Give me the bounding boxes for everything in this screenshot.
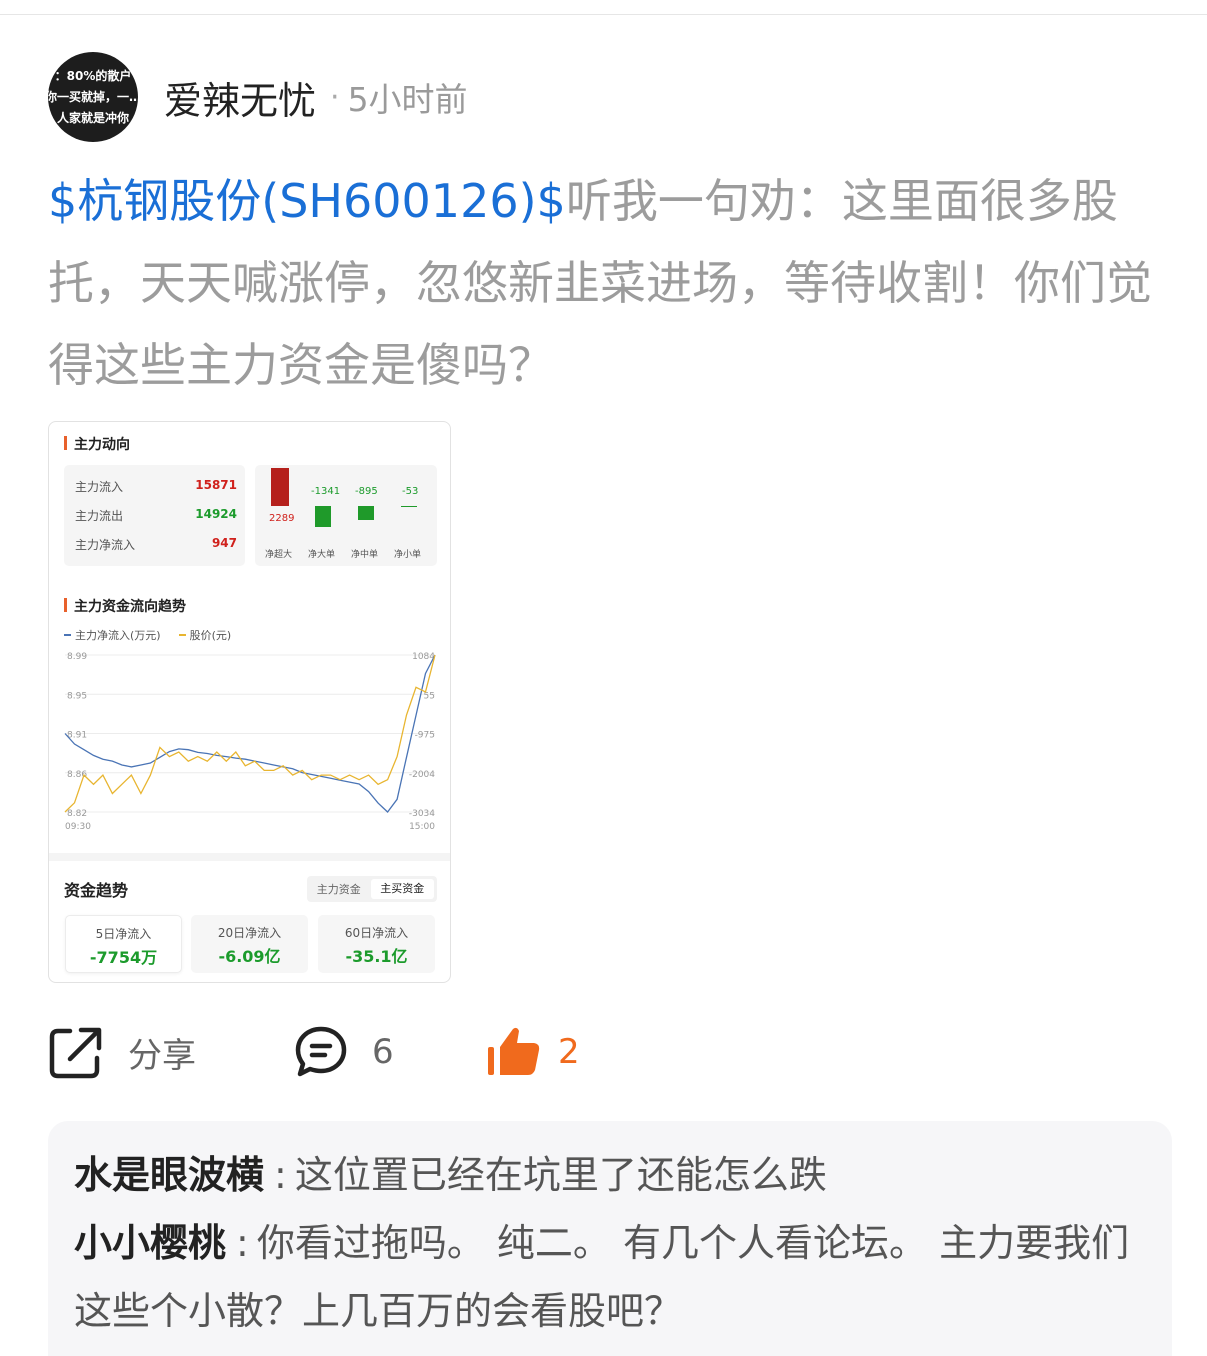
share-button[interactable]: 分享 [48, 1024, 196, 1080]
tile-20day[interactable]: 20日净流入 -6.09亿 [191, 915, 308, 973]
thumbs-up-icon [488, 1027, 540, 1075]
post-time: 5小时前 [347, 80, 468, 119]
top-divider [0, 14, 1207, 15]
post-body: $杭钢股份(SH600126)$听我一句劝：这里面很多股托，天天喊涨停，忽悠新韭… [48, 160, 1158, 406]
toggle-main-buy[interactable]: 主买资金 [370, 879, 434, 899]
x-tick-end: 15:00 [409, 822, 435, 832]
flow-label: 主力流出 [75, 509, 124, 523]
comment-user[interactable]: 小小樱桃 [74, 1221, 226, 1265]
like-count: 2 [558, 1032, 580, 1072]
stock-tag-link[interactable]: $杭钢股份(SH600126)$ [48, 174, 566, 228]
bar-label: 净大单 [308, 550, 336, 560]
bar-value: -1341 [311, 486, 341, 497]
y-left-tick: 8.99 [67, 652, 87, 662]
tile-60day[interactable]: 60日净流入 -35.1亿 [318, 915, 435, 973]
fund-trend-title: 资金趋势 [64, 881, 129, 900]
bar-label: 净小单 [394, 550, 422, 560]
comment-separator: : [236, 1221, 249, 1265]
avatar-text-line: ：80%的散户 [54, 68, 132, 83]
bar-label: 净中单 [351, 550, 379, 560]
legend-swatch-blue [64, 634, 71, 636]
x-tick-start: 09:30 [65, 822, 91, 832]
y-left-tick: 8.82 [67, 809, 87, 819]
flow-value: 947 [211, 536, 237, 550]
tile-label: 5日净流入 [95, 927, 152, 941]
comment-button[interactable]: 6 [294, 1024, 394, 1080]
section-title-main-flow: 主力动向 [64, 434, 130, 454]
legend-swatch-yellow [178, 634, 186, 636]
comment-text: 你看过拖吗。 纯二。 有几个人看论坛。 主力要我们这些个小散？上几百万的会看股吧… [74, 1221, 1130, 1333]
meta-separator: · [330, 79, 340, 115]
bar-net-super-large [271, 468, 289, 506]
chart-legend: 主力净流入(万元) 股价(元) [64, 627, 231, 643]
bar-value: 2289 [269, 513, 295, 524]
comment-item: 水是眼波横: 这位置已经在坑里了还能怎么跌 [74, 1141, 1146, 1209]
comment-separator: : [274, 1153, 287, 1197]
action-bar: 分享 6 2 [48, 1024, 648, 1080]
tile-label: 20日净流入 [217, 926, 282, 940]
avatar[interactable]: ：80%的散户 你一买就掉，一… 人家就是冲你 [48, 52, 138, 142]
flow-row: 主力流出 14924 [75, 507, 237, 524]
legend-label: 主力净流入(万元) [75, 629, 161, 642]
flow-label: 主力流入 [75, 480, 124, 494]
author-name[interactable]: 爱辣无忧 [164, 70, 316, 125]
avatar-text-line: 人家就是冲你 [56, 110, 129, 125]
legend-label: 股价(元) [189, 629, 232, 642]
post-image-card[interactable]: 主力动向 主力流入 15871 主力流出 14924 主力净流入 947 228… [48, 421, 451, 983]
flow-value: 15871 [195, 478, 237, 492]
y-right-tick: -2004 [409, 770, 435, 780]
post-header: ：80%的散户 你一买就掉，一… 人家就是冲你 爱辣无忧 · 5小时前 [48, 52, 468, 142]
flow-value: 14924 [195, 507, 237, 521]
bar-label: 净超大 [265, 550, 293, 560]
y-left-tick: 8.95 [67, 691, 87, 701]
comment-icon [295, 1026, 347, 1077]
share-icon [49, 1027, 102, 1079]
bar-net-small [401, 506, 417, 507]
like-button[interactable]: 2 [486, 1024, 580, 1080]
card-divider [49, 853, 450, 861]
tile-value: -6.09亿 [218, 947, 281, 966]
comment-text: 这位置已经在坑里了还能怎么跌 [294, 1153, 827, 1197]
section-title-flow-trend: 主力资金流向趋势 [64, 596, 186, 616]
y-right-tick: -975 [415, 731, 435, 741]
tile-label: 60日净流入 [344, 926, 409, 940]
comment-item: 小小樱桃: 你看过拖吗。 纯二。 有几个人看论坛。 主力要我们这些个小散？上几百万… [74, 1209, 1146, 1345]
y-right-tick: 55 [424, 691, 435, 701]
bar-net-medium [358, 506, 374, 520]
toggle-main-fund[interactable]: 主力资金 [307, 881, 371, 897]
flow-row: 主力流入 15871 [75, 478, 237, 495]
tile-value: -7754万 [89, 948, 158, 967]
flow-label: 主力净流入 [75, 538, 136, 552]
bar-value: -53 [402, 486, 419, 497]
comments-preview[interactable]: 水是眼波横: 这位置已经在坑里了还能怎么跌 小小樱桃: 你看过拖吗。 纯二。 有几个… [48, 1121, 1172, 1356]
flow-row: 主力净流入 947 [75, 536, 237, 553]
comment-user[interactable]: 水是眼波横 [74, 1153, 264, 1197]
y-right-tick: -3034 [409, 809, 435, 819]
flow-summary-box: 主力流入 15871 主力流出 14924 主力净流入 947 [64, 465, 245, 566]
legend-item: 主力净流入(万元) [64, 627, 161, 643]
fund-type-toggle: 主力资金 主买资金 [307, 876, 437, 902]
flow-trend-chart: 8.99 10848.95 558.91 -9758.86 -20048.82 -3034… [64, 652, 436, 832]
avatar-text-line: 你一买就掉，一… [48, 89, 138, 104]
legend-item: 股价(元) [178, 627, 232, 643]
bar-value: -895 [355, 486, 378, 497]
order-size-bars: 2289 净超大 -1341 净大单 -895 净中单 -53 净小单 [255, 465, 437, 566]
share-label: 分享 [128, 1035, 196, 1076]
tile-5day[interactable]: 5日净流入 -7754万 [65, 915, 182, 973]
tile-value: -35.1亿 [345, 947, 408, 966]
comment-count: 6 [372, 1032, 394, 1072]
bar-net-large [315, 506, 331, 527]
